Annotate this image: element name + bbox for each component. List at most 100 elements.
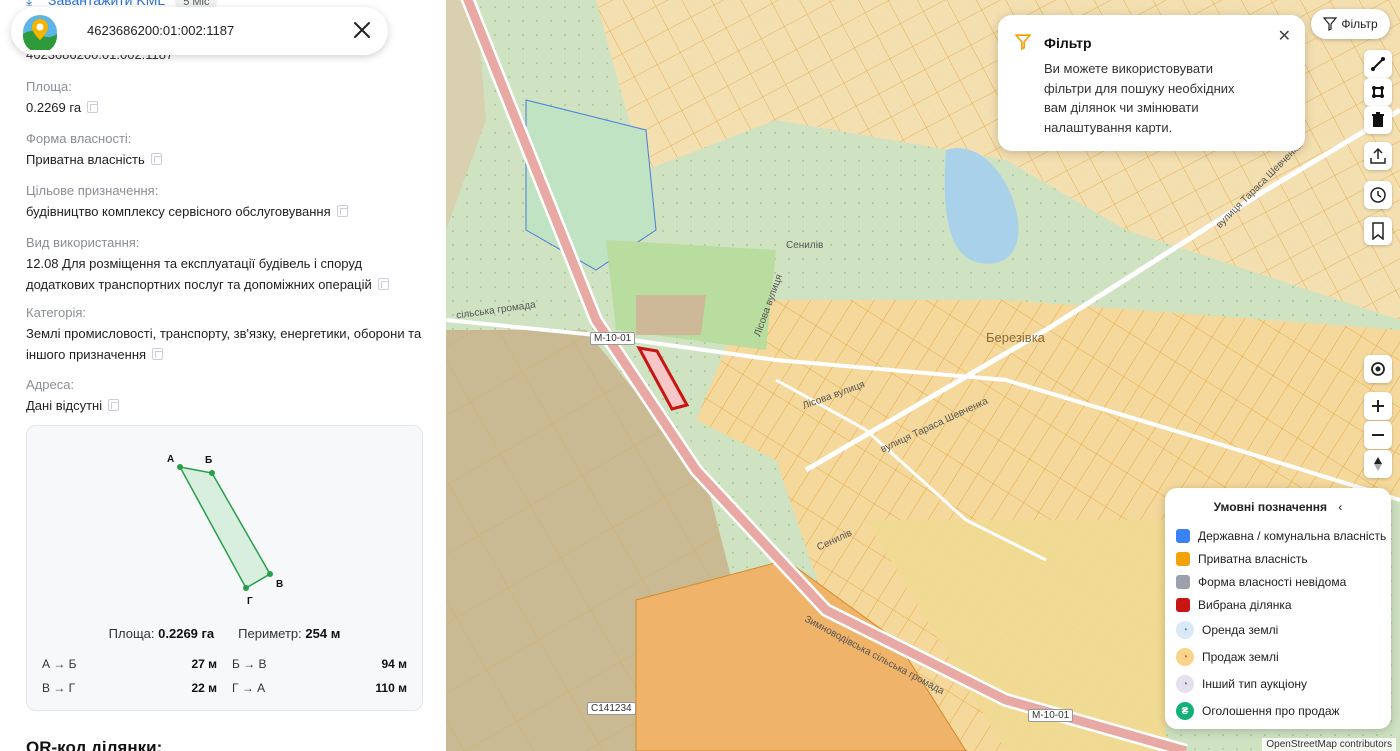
swatch-state-icon bbox=[1176, 529, 1190, 543]
filter-icon bbox=[1015, 34, 1031, 50]
area-label: Площа: bbox=[108, 626, 155, 641]
legend-item: Вибрана ділянка bbox=[1176, 598, 1292, 612]
legend-item-label: Приватна власність bbox=[1198, 552, 1308, 566]
field-value: 0.2269 га bbox=[26, 100, 82, 115]
field-category: Категорія: Землі промисловості, транспор… bbox=[26, 303, 426, 365]
bookmark-icon bbox=[1372, 222, 1384, 240]
legend-item-label: Форма власності невідома bbox=[1198, 575, 1347, 589]
legend-title: Умовні позначення ‹ bbox=[1165, 500, 1391, 514]
ruler-icon bbox=[1371, 57, 1385, 71]
copy-icon[interactable] bbox=[87, 101, 99, 113]
field-label: Адреса: bbox=[26, 377, 75, 392]
copy-icon[interactable] bbox=[336, 205, 348, 217]
qr-section-title: QR-код ділянки: bbox=[26, 738, 163, 751]
segment-name: А → Б bbox=[42, 657, 77, 671]
field-usage: Вид використання: 12.08 Для розміщення т… bbox=[26, 233, 426, 295]
area-perimeter-line: Площа: 0.2269 га Периметр: 254 м bbox=[27, 626, 422, 641]
measure-area-button[interactable] bbox=[1364, 78, 1392, 106]
road-number-badge: М-10-01 bbox=[1028, 709, 1074, 722]
legend-item: ₴ Оголошення про продаж bbox=[1176, 702, 1340, 720]
segment-value: 22 м bbox=[191, 681, 217, 695]
tooltip-close-icon[interactable]: ✕ bbox=[1278, 26, 1291, 46]
perimeter-value: 254 м bbox=[305, 626, 341, 641]
tooltip-body: Ви можете використовувати фільтри для по… bbox=[1044, 61, 1235, 135]
legend-item-label: Державна / комунальна власність bbox=[1198, 529, 1387, 543]
app-logo-icon bbox=[23, 15, 57, 50]
field-label: Форма власності: bbox=[26, 131, 132, 146]
legend-item-label: Інший тип аукціону bbox=[1202, 677, 1307, 691]
search-bar[interactable]: 4623686200:01:002:1187 bbox=[11, 7, 388, 55]
zoom-out-button[interactable] bbox=[1364, 421, 1392, 449]
filter-tooltip: Фільтр Ви можете використовувати фільтри… bbox=[998, 15, 1305, 151]
legend-item: ◔ Інший тип аукціону bbox=[1176, 675, 1307, 693]
map-attribution[interactable]: OpenStreetMap contributors bbox=[1262, 738, 1396, 751]
legend-item: Державна / комунальна власність bbox=[1176, 529, 1386, 543]
clock-icon bbox=[1370, 187, 1386, 203]
filter-button[interactable]: Фільтр bbox=[1311, 9, 1390, 39]
segment-value: 27 м bbox=[191, 657, 217, 671]
road-number-badge: М-10-01 bbox=[590, 332, 636, 345]
legend-item-label: Продаж землі bbox=[1202, 650, 1279, 664]
field-value: 12.08 Для розміщення та експлуатації буд… bbox=[26, 256, 372, 292]
minus-icon bbox=[1372, 434, 1384, 436]
field-value: будівництво комплексу сервісного обслуго… bbox=[26, 204, 331, 219]
swatch-private-icon bbox=[1176, 552, 1190, 566]
field-value: Приватна власність bbox=[26, 152, 145, 167]
zoom-in-button[interactable] bbox=[1364, 392, 1392, 420]
legend-item: ◔ Оренда землі bbox=[1176, 621, 1278, 639]
plot-shape-diagram: А Б В Г bbox=[167, 454, 283, 607]
parcel-info-panel: ⤓ Завантажити KML 5 Міс 4623686200:01:002:… bbox=[0, 0, 446, 751]
sale-icon: ◔ bbox=[1176, 648, 1194, 666]
copy-icon[interactable] bbox=[108, 399, 120, 411]
legend-item-label: Оренда землі bbox=[1202, 623, 1279, 637]
field-label: Вид використання: bbox=[26, 235, 140, 250]
map-legend: Умовні позначення ‹ Державна / комунальн… bbox=[1165, 488, 1391, 729]
map-label-village: Березівка bbox=[986, 330, 1045, 345]
field-label: Цільове призначення: bbox=[26, 183, 159, 198]
bookmark-button[interactable] bbox=[1364, 217, 1392, 245]
field-label: Категорія: bbox=[26, 305, 87, 320]
legend-item: Форма власності невідома bbox=[1176, 575, 1346, 589]
field-value: Дані відсутні bbox=[26, 398, 103, 413]
auction-icon: ◔ bbox=[1176, 675, 1194, 693]
legend-item: Приватна власність bbox=[1176, 552, 1308, 566]
lease-icon: ◔ bbox=[1176, 621, 1194, 639]
cadastral-map[interactable]: Березівка Лісова вулиця вулиця Тараса Ше… bbox=[446, 0, 1400, 751]
hryvnia-icon: ₴ bbox=[1176, 702, 1194, 720]
copy-icon[interactable] bbox=[152, 348, 164, 360]
legend-item-label: Оголошення про продаж bbox=[1202, 704, 1340, 718]
copy-icon[interactable] bbox=[150, 153, 162, 165]
segment-name: Б → В bbox=[232, 657, 267, 671]
search-input[interactable]: 4623686200:01:002:1187 bbox=[87, 23, 234, 38]
share-button[interactable] bbox=[1364, 142, 1392, 170]
road-number-badge: С141234 bbox=[587, 702, 636, 715]
vertex-b-label: Б bbox=[205, 455, 212, 466]
segment-name: Г → А bbox=[232, 681, 266, 695]
legend-title-label: Умовні позначення bbox=[1213, 500, 1327, 514]
field-purpose: Цільове призначення: будівництво комплек… bbox=[26, 181, 426, 222]
perimeter-label: Периметр: bbox=[238, 626, 302, 641]
measure-line-button[interactable] bbox=[1364, 50, 1392, 78]
swatch-selected-icon bbox=[1176, 598, 1190, 612]
compass-icon bbox=[1374, 457, 1382, 471]
field-label: Площа: bbox=[26, 79, 72, 94]
vertex-a-label: А bbox=[167, 454, 174, 465]
area-value: 0.2269 га bbox=[158, 626, 215, 641]
field-area: Площа: 0.2269 га bbox=[26, 77, 426, 118]
field-ownership: Форма власності: Приватна власність bbox=[26, 129, 426, 170]
legend-item: ◔ Продаж землі bbox=[1176, 648, 1279, 666]
chevron-left-icon[interactable]: ‹ bbox=[1338, 500, 1342, 514]
field-address: Адреса: Дані відсутні bbox=[26, 375, 426, 416]
field-value: Землі промисловості, транспорту, зв'язку… bbox=[26, 326, 422, 362]
map-label-place: Сенилів bbox=[786, 240, 824, 251]
close-icon[interactable] bbox=[350, 18, 374, 42]
plot-shape-card: А Б В Г Площа: 0.2269 га Периметр: 254 м … bbox=[26, 425, 423, 711]
locate-me-button[interactable] bbox=[1364, 355, 1392, 383]
filter-icon bbox=[1323, 17, 1338, 31]
delete-measurement-button[interactable] bbox=[1364, 106, 1392, 134]
history-button[interactable] bbox=[1364, 181, 1392, 209]
copy-icon[interactable] bbox=[377, 278, 389, 290]
compass-button[interactable] bbox=[1364, 450, 1392, 478]
filter-button-label: Фільтр bbox=[1341, 17, 1378, 31]
segment-value: 94 м bbox=[381, 657, 407, 671]
